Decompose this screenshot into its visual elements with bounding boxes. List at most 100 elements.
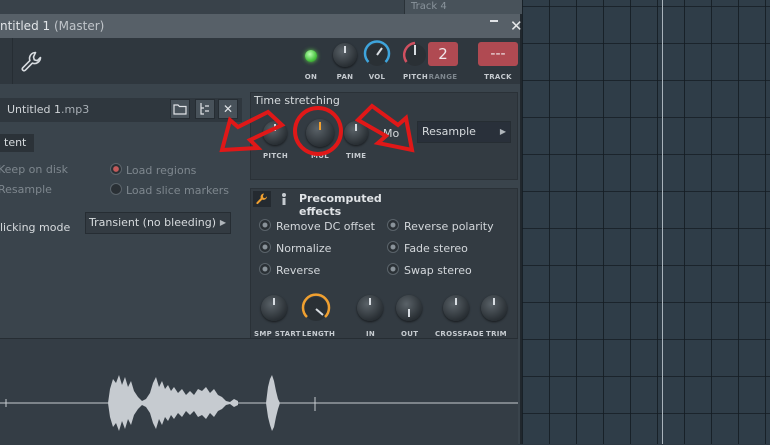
- minimize-button[interactable]: [490, 20, 498, 22]
- chevron-right-icon: ▶: [219, 218, 226, 227]
- wrench-icon[interactable]: [20, 50, 44, 74]
- effect-swap-stereo[interactable]: Swap stereo: [387, 263, 472, 277]
- track-label[interactable]: Track 4: [404, 0, 522, 14]
- stretch-pitch-knob[interactable]: [263, 121, 287, 145]
- time-stretching-title: Time stretching: [254, 94, 340, 107]
- effect-fade-stereo[interactable]: Fade stereo: [387, 241, 468, 255]
- effect-toggle: [387, 219, 399, 231]
- effect-toggle: [259, 241, 271, 253]
- pan-label: PAN: [336, 73, 354, 81]
- effect-reverse[interactable]: Reverse: [259, 263, 320, 277]
- effect-label: Reverse: [276, 264, 321, 277]
- pitch-label: PITCH: [403, 73, 429, 81]
- channel-settings-window: ntitled 1 (Master) ✕ ON PAN VOL PITCH 2: [0, 14, 523, 445]
- effect-toggle: [259, 219, 271, 231]
- effect-label: Swap stereo: [404, 264, 472, 277]
- toolbar-divider: [12, 38, 13, 84]
- effect-label: Normalize: [276, 242, 332, 255]
- time-stretching-panel: Time stretching PITCH MUL TIME Mo Resamp…: [250, 92, 518, 180]
- pan-knob[interactable]: [333, 43, 357, 67]
- stretch-pitch-label: PITCH: [263, 152, 289, 160]
- browse-button[interactable]: [195, 99, 215, 119]
- stretch-mode-value: Resample: [422, 125, 476, 138]
- content-panel: tent Keep on disk Resample Load regions …: [0, 134, 242, 334]
- in-knob[interactable]: [357, 295, 383, 321]
- load-regions-radio: [110, 163, 122, 175]
- folder-icon: [173, 104, 187, 115]
- effect-reverse-polarity[interactable]: Reverse polarity: [387, 219, 494, 233]
- precomputed-effects-header: Precomputed effects: [251, 189, 411, 218]
- pitch-range-display[interactable]: 2: [428, 42, 458, 66]
- length-knob[interactable]: [300, 293, 332, 325]
- effect-label: Reverse polarity: [404, 220, 494, 233]
- close-window-button[interactable]: ✕: [510, 14, 523, 38]
- effect-toggle: [387, 241, 399, 253]
- waveform-graphic: [0, 375, 518, 431]
- slicing-mode-select[interactable]: Transient (no bleeding) ▶: [85, 212, 231, 234]
- open-folder-button[interactable]: [170, 99, 190, 119]
- file-basename: Untitled 1: [7, 103, 62, 116]
- stretch-mul-knob[interactable]: [306, 119, 334, 147]
- sample-file-row: Untitled 1.mp3 ✕: [0, 98, 242, 122]
- title-bar[interactable]: ntitled 1 (Master) ✕: [0, 14, 523, 38]
- content-section-title: tent: [0, 134, 35, 152]
- sample-file-name[interactable]: Untitled 1.mp3: [7, 98, 89, 122]
- wrench-icon: [256, 193, 267, 205]
- smp-start-label: SMP START: [254, 330, 301, 338]
- resample-label: Resample: [0, 183, 52, 196]
- remove-sample-button[interactable]: ✕: [218, 99, 238, 119]
- track-display[interactable]: ---: [478, 42, 518, 66]
- range-label: RANGE: [428, 73, 458, 81]
- out-knob[interactable]: [396, 295, 422, 321]
- effect-toggle: [259, 263, 271, 275]
- trim-label: TRIM: [486, 330, 507, 338]
- background-window-strip: [0, 0, 240, 14]
- load-regions-option[interactable]: Load regions: [110, 163, 196, 177]
- length-label: LENGTH: [302, 330, 336, 338]
- effect-normalize[interactable]: Normalize: [259, 241, 331, 255]
- slicing-mode-value: Transient (no bleeding): [89, 216, 217, 229]
- in-label: IN: [366, 330, 376, 338]
- load-slice-markers-option[interactable]: Load slice markers: [110, 183, 229, 197]
- pitch-knob[interactable]: [400, 40, 430, 70]
- load-slice-markers-label: Load slice markers: [126, 184, 230, 197]
- load-slice-markers-radio: [110, 183, 122, 195]
- smp-start-knob[interactable]: [261, 295, 287, 321]
- window-title-name: ntitled 1: [0, 19, 51, 33]
- on-label: ON: [304, 73, 318, 81]
- file-extension: .mp3: [61, 103, 90, 116]
- keep-on-disk-option[interactable]: Keep on disk: [0, 163, 68, 176]
- crossfade-knob[interactable]: [443, 295, 469, 321]
- crossfade-label: CROSSFADE: [435, 330, 484, 338]
- stretch-mode-select[interactable]: Resample ▶: [417, 121, 511, 143]
- out-label: OUT: [401, 330, 419, 338]
- keep-on-disk-label: Keep on disk: [0, 163, 69, 176]
- info-icon[interactable]: [279, 192, 289, 206]
- stretch-time-knob[interactable]: [344, 121, 368, 145]
- effect-label: Fade stereo: [404, 242, 468, 255]
- vol-label: VOL: [368, 73, 386, 81]
- window-title: ntitled 1 (Master): [0, 14, 104, 38]
- chevron-right-icon: ▶: [499, 127, 506, 136]
- volume-knob[interactable]: [362, 40, 392, 70]
- track-label-text: TRACK: [484, 73, 512, 81]
- precomputed-effects-panel: Precomputed effects Remove DC offset Nor…: [250, 188, 518, 348]
- load-regions-label: Load regions: [126, 164, 197, 177]
- stretch-mode-label: Mo: [383, 127, 400, 140]
- channel-toolbar: ON PAN VOL PITCH 2 RANGE --- TRACK: [0, 38, 520, 84]
- window-title-suffix: (Master): [53, 19, 105, 33]
- effects-wrench-button[interactable]: [253, 191, 271, 207]
- precomputed-effects-title: Precomputed effects: [299, 192, 382, 218]
- effect-remove-dc-offset[interactable]: Remove DC offset: [259, 219, 375, 233]
- stretch-time-label: TIME: [346, 152, 367, 160]
- playhead-line: [662, 0, 663, 444]
- on-led-button[interactable]: [305, 50, 317, 62]
- trim-knob[interactable]: [481, 295, 507, 321]
- waveform-display[interactable]: [0, 338, 518, 445]
- resample-option[interactable]: Resample: [0, 183, 52, 196]
- stretch-mul-label: MUL: [311, 152, 330, 160]
- tree-browser-icon: [200, 103, 209, 115]
- effect-label: Remove DC offset: [276, 220, 375, 233]
- playlist-grid[interactable]: [522, 0, 770, 444]
- slicing-mode-label: licking mode: [0, 221, 71, 234]
